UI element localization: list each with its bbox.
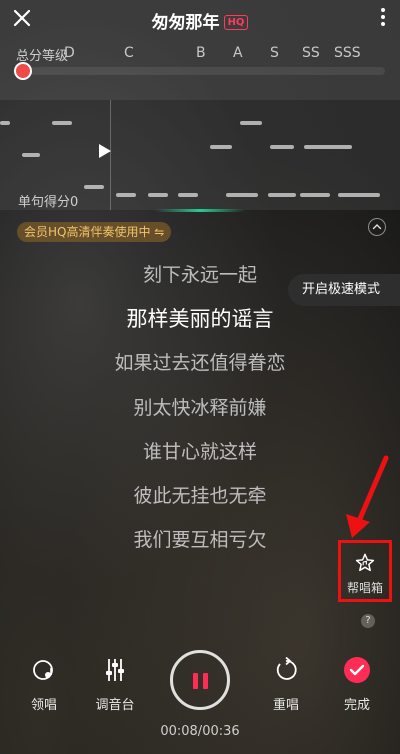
line-score-value: 0 xyxy=(70,195,79,210)
restart-icon xyxy=(276,656,297,680)
song-title-text: 匆匆那年 xyxy=(151,13,220,33)
pitch-note xyxy=(226,193,258,197)
song-title: 匆匆那年 HQ xyxy=(0,8,400,33)
pitch-note xyxy=(210,145,232,149)
play-icon xyxy=(99,144,111,158)
done-label: 完成 xyxy=(343,698,370,713)
star-icon xyxy=(355,553,375,572)
collapse-button[interactable] xyxy=(368,218,386,236)
pitch-note xyxy=(148,193,168,197)
lyric-line: 别太快冰释前嫌 xyxy=(133,397,267,419)
more-icon[interactable] xyxy=(380,8,386,28)
red-arrow-icon xyxy=(346,455,389,538)
playback-time: 00:08/00:36 xyxy=(160,724,240,739)
score-progress-track xyxy=(30,67,385,75)
score-indicator-icon xyxy=(14,62,32,80)
restart-label: 重唱 xyxy=(272,698,299,713)
chevron-up-icon xyxy=(372,224,382,230)
speed-mode-button[interactable]: 开启极速模式 xyxy=(288,274,400,306)
tuner-label: 调音台 xyxy=(95,698,135,713)
grade-s: S xyxy=(270,45,279,61)
question-icon[interactable]: ? xyxy=(361,614,375,628)
lead-vocal-button[interactable]: 领唱 xyxy=(14,656,74,713)
member-hq-pill[interactable]: 会员HQ高清伴奏使用中 ⇋ xyxy=(17,222,172,242)
check-icon xyxy=(344,657,370,683)
pitch-note xyxy=(300,193,330,197)
lyric-line: 如果过去还值得眷恋 xyxy=(114,352,286,374)
help-box-button[interactable]: 帮唱箱 xyxy=(338,540,392,602)
pitch-note xyxy=(22,153,40,157)
grade-b: B xyxy=(196,45,206,61)
pitch-note xyxy=(268,193,296,197)
lyric-line-current: 那样美丽的谣言 xyxy=(126,307,274,331)
pitch-note xyxy=(84,185,104,189)
lead-vocal-icon xyxy=(33,660,53,680)
help-box-label: 帮唱箱 xyxy=(346,581,383,595)
pitch-note xyxy=(304,145,352,149)
done-button[interactable]: 完成 xyxy=(327,656,387,713)
pitch-note xyxy=(52,121,72,125)
pitch-note xyxy=(338,193,380,197)
grade-c: C xyxy=(124,45,134,61)
pitch-note xyxy=(178,193,198,197)
restart-button[interactable]: 重唱 xyxy=(256,656,316,713)
grade-sss: SSS xyxy=(334,45,361,61)
hq-badge: HQ xyxy=(223,15,249,30)
pitch-note xyxy=(0,121,10,125)
line-score: 单句得分0 xyxy=(18,195,79,210)
pitch-glow xyxy=(155,209,245,212)
pitch-note xyxy=(116,193,136,197)
pitch-note xyxy=(240,121,262,125)
grade-d: D xyxy=(64,45,75,61)
grade-ss: SS xyxy=(302,45,320,61)
pitch-note xyxy=(270,145,294,149)
pause-button[interactable] xyxy=(170,650,230,710)
header: 匆匆那年 HQ xyxy=(0,0,400,40)
sliders-icon xyxy=(106,659,124,681)
lead-vocal-label: 领唱 xyxy=(30,698,57,713)
tuner-button[interactable]: 调音台 xyxy=(85,656,145,713)
grade-a: A xyxy=(233,45,243,61)
